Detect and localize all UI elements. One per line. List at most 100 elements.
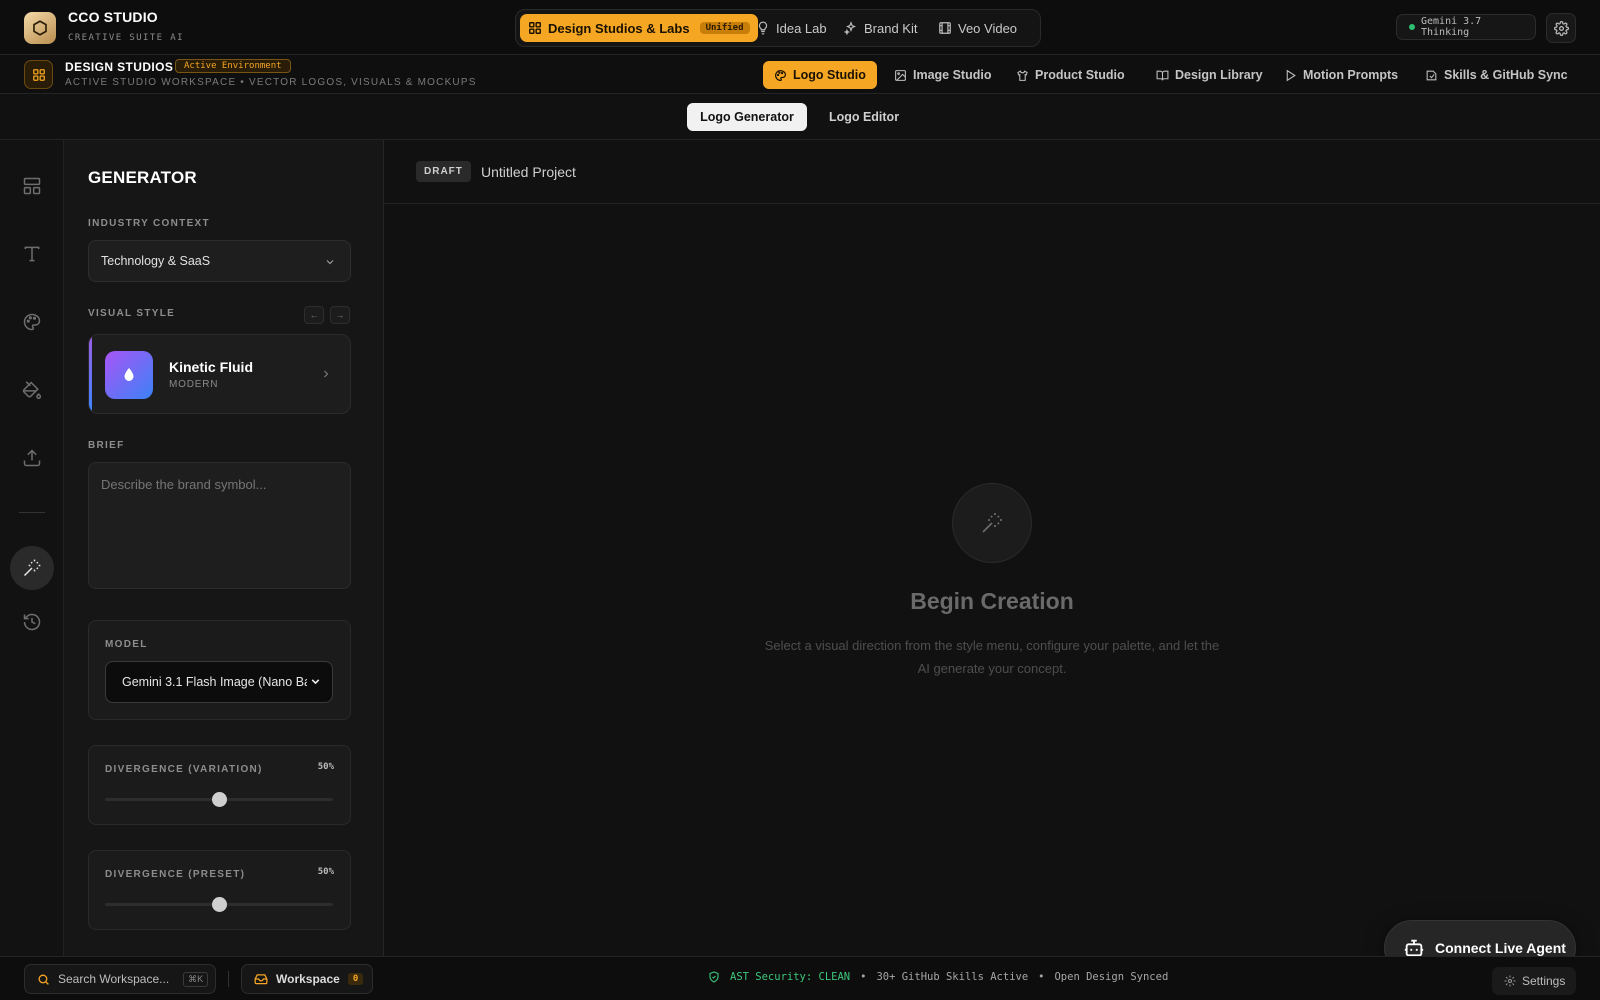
connect-live-agent-label: Connect Live Agent <box>1435 940 1566 956</box>
palette-icon <box>775 69 786 81</box>
brief-label: BRIEF <box>88 440 125 451</box>
studio-tab-logo-studio-label: Logo Studio <box>793 68 866 82</box>
industry-context-value: Technology & SaaS <box>101 254 211 268</box>
studio-tab-logo-studio[interactable]: Logo Studio <box>763 61 877 89</box>
divergence-preset-value: 50% <box>317 867 334 877</box>
rail-divider <box>19 512 45 513</box>
book-icon <box>1156 70 1169 80</box>
tab-logo-editor[interactable]: Logo Editor <box>818 103 910 131</box>
divergence-variation-card: DIVERGENCE (VARIATION) 50% <box>88 745 351 825</box>
studio-tab-skills-github-sync[interactable]: Skills & GitHub Sync <box>1414 61 1579 89</box>
style-thumbnail <box>105 351 153 399</box>
style-name: Kinetic Fluid <box>169 359 253 375</box>
status-bar: Search Workspace... ⌘K Workspace 0 AST S… <box>0 956 1600 1000</box>
divergence-preset-slider[interactable] <box>105 897 333 912</box>
studio-tab-image-studio[interactable]: Image Studio <box>883 61 1002 89</box>
nav-brand-kit[interactable]: Brand Kit <box>836 14 925 42</box>
active-environment-badge: Active Environment <box>175 59 291 73</box>
nav-veo-video[interactable]: Veo Video <box>930 14 1025 42</box>
app-title: CCO STUDIO <box>68 9 158 25</box>
section-bar: DESIGN STUDIOS Active Environment ACTIVE… <box>0 55 1600 94</box>
industry-context-select[interactable]: Technology & SaaS <box>88 240 351 282</box>
model-status-chip[interactable]: Gemini 3.7 Thinking <box>1396 14 1536 40</box>
industry-context-label: INDUSTRY CONTEXT <box>88 218 210 229</box>
film-icon <box>939 22 951 34</box>
rail-palette-button[interactable] <box>18 308 46 336</box>
studio-tab-product-studio[interactable]: Product Studio <box>1005 61 1136 89</box>
tool-rail <box>0 140 64 956</box>
rail-layout-button[interactable] <box>18 172 46 200</box>
nav-design-studios[interactable]: Design Studios & Labs Unified <box>520 14 758 42</box>
search-shortcut: ⌘K <box>183 971 209 987</box>
lightbulb-icon <box>758 21 768 35</box>
palette-icon <box>23 313 41 331</box>
divergence-preset-label: DIVERGENCE (PRESET) <box>105 869 246 880</box>
divergence-preset-handle[interactable] <box>211 897 227 912</box>
play-icon <box>1286 69 1296 81</box>
studio-tab-motion-prompts-label: Motion Prompts <box>1303 68 1399 82</box>
status-separator: • <box>860 971 867 983</box>
chevron-down-icon <box>326 260 334 265</box>
workspace-search[interactable]: Search Workspace... ⌘K <box>24 964 216 994</box>
app-subtitle: CREATIVE SUITE AI <box>68 33 184 43</box>
generator-panel: GENERATOR INDUSTRY CONTEXT Technology & … <box>64 140 384 956</box>
divergence-variation-value: 50% <box>317 762 334 772</box>
section-title: DESIGN STUDIOS <box>65 60 174 74</box>
sync-status: Open Design Synced <box>1054 971 1169 983</box>
rail-generate-button[interactable] <box>10 546 54 590</box>
rail-upload-button[interactable] <box>18 444 46 472</box>
divergence-variation-handle[interactable] <box>211 792 227 807</box>
system-status: AST Security: CLEAN • 30+ GitHub Skills … <box>708 971 1168 983</box>
studio-tab-design-library-label: Design Library <box>1175 68 1263 82</box>
studio-tab-skills-github-sync-label: Skills & GitHub Sync <box>1444 68 1568 82</box>
security-status: AST Security: CLEAN <box>730 971 851 983</box>
rail-fill-button[interactable] <box>18 376 46 404</box>
shirt-icon <box>1017 69 1028 81</box>
generator-title: GENERATOR <box>88 168 197 187</box>
model-card: MODEL Gemini 3.1 Flash Image (Nano Banan… <box>88 620 351 720</box>
settings-button[interactable] <box>1546 13 1576 43</box>
model-select[interactable]: Gemini 3.1 Flash Image (Nano Banana) <box>105 661 333 703</box>
rail-text-button[interactable] <box>18 240 46 268</box>
magic-wand-icon <box>23 559 41 577</box>
search-icon <box>38 974 49 985</box>
hexagon-icon <box>33 20 47 36</box>
nav-design-studios-label: Design Studios & Labs <box>548 20 690 36</box>
app-logo[interactable] <box>24 12 56 44</box>
skills-status: 30+ GitHub Skills Active <box>876 971 1029 983</box>
layout-icon <box>23 177 41 195</box>
style-next-button[interactable]: → <box>330 306 350 324</box>
divergence-variation-slider[interactable] <box>105 792 333 807</box>
history-icon <box>23 613 41 631</box>
visual-style-card[interactable]: Kinetic Fluid MODERN <box>88 334 351 414</box>
rail-history-button[interactable] <box>18 608 46 636</box>
unified-badge: Unified <box>699 22 750 34</box>
tab-logo-generator[interactable]: Logo Generator <box>687 103 807 131</box>
grid-icon <box>529 22 541 34</box>
workspace-button[interactable]: Workspace 0 <box>241 964 373 994</box>
section-subtitle: ACTIVE STUDIO WORKSPACE • VECTOR LOGOS, … <box>65 77 477 88</box>
brief-textarea[interactable] <box>88 462 351 589</box>
status-separator: • <box>1038 971 1045 983</box>
style-prev-button[interactable]: ← <box>304 306 324 324</box>
image-icon <box>895 69 906 81</box>
footer-settings-label: Settings <box>1522 974 1566 988</box>
visual-style-label: VISUAL STYLE <box>88 308 176 319</box>
chevron-down-icon <box>311 679 320 685</box>
workspace-search-label: Search Workspace... <box>58 972 170 986</box>
empty-state-description: Select a visual direction from the style… <box>764 638 1220 676</box>
workspace-label: Workspace <box>276 972 340 986</box>
footer-settings-button[interactable]: Settings <box>1492 967 1576 995</box>
nav-idea-lab[interactable]: Idea Lab <box>748 14 835 42</box>
studio-tab-design-library[interactable]: Design Library <box>1145 61 1274 89</box>
sparkles-icon <box>844 21 856 35</box>
droplet-icon <box>124 368 134 381</box>
studio-tab-motion-prompts[interactable]: Motion Prompts <box>1273 61 1409 89</box>
status-dot <box>1409 24 1415 30</box>
empty-state-icon-circle <box>952 483 1032 563</box>
nav-brand-kit-label: Brand Kit <box>864 20 918 36</box>
model-status-label: Gemini 3.7 Thinking <box>1420 16 1482 38</box>
project-header: DRAFT Untitled Project <box>384 140 1600 204</box>
project-name[interactable]: Untitled Project <box>481 164 576 180</box>
top-bar: CCO STUDIO CREATIVE SUITE AI Design Stud… <box>0 0 1600 55</box>
